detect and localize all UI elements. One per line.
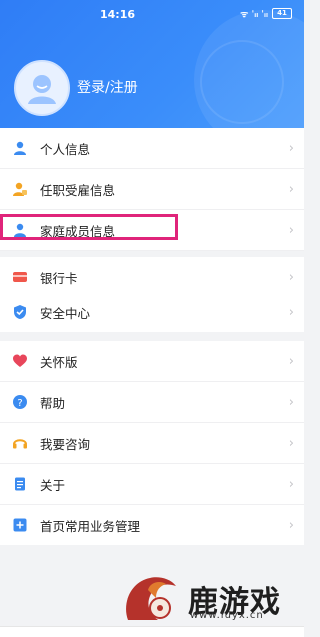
- menu-item-employment-info[interactable]: 任职受雇信息 ›: [0, 169, 304, 210]
- menu-item-label: 银行卡: [40, 270, 78, 286]
- watermark-url: www.luyx.cn: [190, 610, 264, 621]
- person-icon: [11, 139, 29, 157]
- status-bar: 14:16 ᯤ ˈᵢₗ ˈᵢₗ 41: [0, 0, 304, 24]
- menu-item-label: 帮助: [40, 395, 66, 411]
- bank-card-icon: [11, 268, 29, 286]
- menu-item-label: 关怀版: [40, 354, 78, 370]
- chevron-right-icon: ›: [288, 270, 294, 285]
- menu-item-care-mode[interactable]: 关怀版 ›: [0, 341, 304, 382]
- menu-item-label: 我要咨询: [40, 436, 91, 452]
- signal-icon: ᯤ ˈᵢₗ ˈᵢₗ: [240, 10, 268, 20]
- support-group: 关怀版 › ? 帮助 › 我要咨询 › 关于 › 首页常用业务管理 ›: [0, 341, 304, 545]
- menu-item-consult[interactable]: 我要咨询 ›: [0, 423, 304, 464]
- chevron-right-icon: ›: [288, 305, 294, 320]
- chevron-right-icon: ›: [288, 436, 294, 451]
- security-group: 安全中心 ›: [0, 292, 304, 332]
- headset-icon: [11, 434, 29, 452]
- highlight-box: [0, 214, 178, 240]
- default-avatar-icon: [28, 75, 56, 104]
- menu-item-about[interactable]: 关于 ›: [0, 464, 304, 505]
- shield-icon: [11, 303, 29, 321]
- menu-item-label: 安全中心: [40, 305, 91, 321]
- chevron-right-icon: ›: [288, 141, 294, 156]
- battery-icon: 41: [272, 8, 292, 19]
- menu-item-home-business-management[interactable]: 首页常用业务管理 ›: [0, 505, 304, 545]
- menu-item-label: 首页常用业务管理: [40, 518, 141, 534]
- svg-text:?: ?: [17, 398, 22, 409]
- chevron-right-icon: ›: [288, 354, 294, 369]
- status-time: 14:16: [100, 8, 136, 21]
- chevron-right-icon: ›: [288, 518, 294, 533]
- chevron-right-icon: ›: [288, 477, 294, 492]
- header-decoration-ring: [200, 40, 284, 124]
- heart-icon: [11, 352, 29, 370]
- profile-header: 14:16 ᯤ ˈᵢₗ ˈᵢₗ 41 登录/注册: [0, 0, 304, 128]
- chevron-right-icon: ›: [288, 223, 294, 238]
- menu-item-personal-info[interactable]: 个人信息 ›: [0, 128, 304, 169]
- menu-item-label: 任职受雇信息: [40, 182, 116, 198]
- bottom-nav: [0, 626, 304, 637]
- avatar[interactable]: [14, 60, 70, 116]
- document-icon: [11, 475, 29, 493]
- menu-item-label: 关于: [40, 477, 66, 493]
- employment-icon: [11, 180, 29, 198]
- menu-item-help[interactable]: ? 帮助 ›: [0, 382, 304, 423]
- chevron-right-icon: ›: [288, 182, 294, 197]
- login-register-link[interactable]: 登录/注册: [77, 77, 138, 97]
- chevron-right-icon: ›: [288, 395, 294, 410]
- status-icons: ᯤ ˈᵢₗ ˈᵢₗ 41: [240, 7, 292, 20]
- menu-item-label: 个人信息: [40, 141, 91, 157]
- help-icon: ?: [11, 393, 29, 411]
- menu-item-security-center[interactable]: 安全中心 ›: [0, 292, 304, 332]
- menu-item-bank-card[interactable]: 银行卡 ›: [0, 251, 304, 297]
- account-info-group: 个人信息 › 任职受雇信息 › 家庭成员信息 › 银行卡 ›: [0, 128, 304, 297]
- deer-logo-icon: [126, 577, 176, 620]
- grid-add-icon: [11, 516, 29, 534]
